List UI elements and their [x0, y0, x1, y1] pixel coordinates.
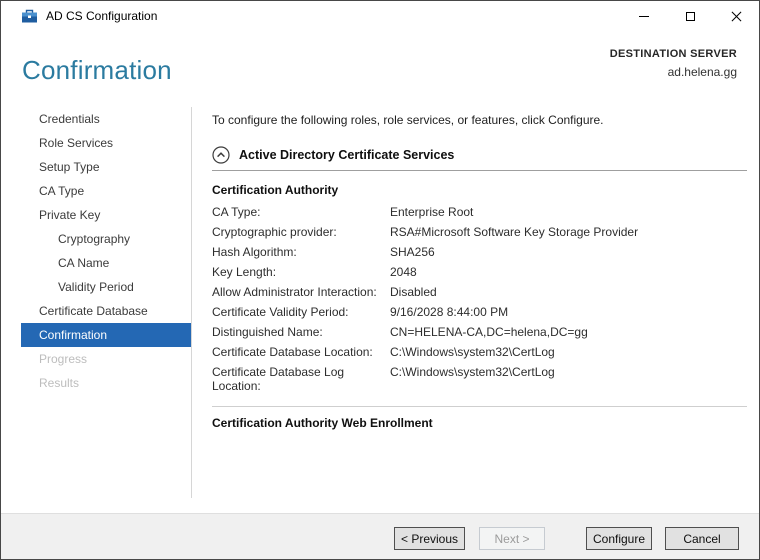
summary-row: Certificate Database Log Location: C:\Wi…	[212, 365, 747, 393]
wizard-steps-sidebar: Credentials Role Services Setup Type CA …	[1, 107, 191, 395]
row-value: C:\Windows\system32\CertLog	[390, 345, 555, 359]
destination-server-name: ad.helena.gg	[667, 65, 737, 79]
row-label: Certificate Validity Period:	[212, 305, 349, 319]
sidebar-item-role-services[interactable]: Role Services	[21, 131, 191, 155]
row-value: Disabled	[390, 285, 437, 299]
sidebar-item-certificate-database[interactable]: Certificate Database	[21, 299, 191, 323]
previous-button[interactable]: < Previous	[394, 527, 465, 550]
maximize-icon	[685, 11, 695, 21]
summary-row: Distinguished Name: CN=HELENA-CA,DC=hele…	[212, 325, 747, 339]
sidebar-divider	[191, 107, 192, 498]
section-title: Active Directory Certificate Services	[239, 147, 455, 162]
row-value: Enterprise Root	[390, 205, 474, 219]
row-value: CN=HELENA-CA,DC=helena,DC=gg	[390, 325, 588, 339]
row-label: Key Length:	[212, 265, 277, 279]
row-label: Allow Administrator Interaction:	[212, 285, 377, 299]
destination-server-block: DESTINATION SERVER ad.helena.gg	[610, 48, 737, 79]
row-label: Distinguished Name:	[212, 325, 323, 339]
row-label: Certificate Database Location:	[212, 345, 373, 359]
window-title: AD CS Configuration	[46, 9, 158, 23]
wizard-footer: < Previous Next > Configure Cancel	[1, 513, 759, 559]
row-label: Certificate Database Log Location:	[212, 365, 345, 393]
app-icon	[22, 9, 37, 23]
summary-row: Key Length: 2048	[212, 265, 747, 279]
sidebar-item-ca-type[interactable]: CA Type	[21, 179, 191, 203]
collapse-section-button[interactable]	[212, 145, 230, 164]
group-divider	[212, 406, 747, 407]
destination-server-label: DESTINATION SERVER	[609, 48, 737, 60]
sidebar-item-credentials[interactable]: Credentials	[21, 107, 191, 131]
row-value: 9/16/2028 8:44:00 PM	[390, 305, 509, 319]
close-icon	[731, 11, 742, 22]
minimize-button[interactable]	[621, 1, 667, 31]
cancel-button[interactable]: Cancel	[665, 527, 739, 550]
page-title: Confirmation	[22, 55, 172, 85]
summary-row: Cryptographic provider: RSA#Microsoft So…	[212, 225, 747, 239]
next-button: Next >	[479, 527, 545, 550]
row-label: Hash Algorithm:	[212, 245, 297, 259]
group-title-web-enrollment: Certification Authority Web Enrollment	[212, 416, 433, 430]
sidebar-item-ca-name[interactable]: CA Name	[21, 251, 191, 275]
sidebar-item-private-key[interactable]: Private Key	[21, 203, 191, 227]
summary-row: Hash Algorithm: SHA256	[212, 245, 747, 259]
row-value: C:\Windows\system32\CertLog	[390, 365, 555, 379]
sidebar-item-results: Results	[39, 376, 80, 390]
row-label: Cryptographic provider:	[212, 225, 337, 239]
configure-button[interactable]: Configure	[586, 527, 652, 550]
confirmation-content: To configure the following roles, role s…	[212, 113, 747, 430]
adcs-section-header: Active Directory Certificate Services	[212, 145, 747, 164]
adcs-configuration-window: AD CS Configuration Confirmation DESTINA…	[0, 0, 760, 560]
sidebar-item-confirmation[interactable]: Confirmation	[21, 323, 191, 347]
intro-text: To configure the following roles, role s…	[212, 113, 604, 127]
row-value: SHA256	[390, 245, 435, 259]
minimize-icon	[639, 15, 649, 17]
row-value: 2048	[390, 265, 417, 279]
sidebar-item-cryptography[interactable]: Cryptography	[21, 227, 191, 251]
summary-row: Certificate Database Location: C:\Window…	[212, 345, 747, 359]
summary-row: CA Type: Enterprise Root	[212, 205, 747, 219]
window-controls	[621, 1, 759, 31]
section-divider	[212, 170, 747, 171]
sidebar-item-validity-period[interactable]: Validity Period	[21, 275, 191, 299]
sidebar-item-progress: Progress	[39, 352, 88, 366]
close-button[interactable]	[713, 1, 759, 31]
row-label: CA Type:	[212, 205, 261, 219]
maximize-button[interactable]	[667, 1, 713, 31]
chevron-up-circle-icon	[212, 145, 230, 164]
title-bar: AD CS Configuration	[1, 1, 759, 31]
sidebar-item-setup-type[interactable]: Setup Type	[21, 155, 191, 179]
group-title-certification-authority: Certification Authority	[212, 183, 339, 197]
summary-row: Certificate Validity Period: 9/16/2028 8…	[212, 305, 747, 319]
summary-row: Allow Administrator Interaction: Disable…	[212, 285, 747, 299]
row-value: RSA#Microsoft Software Key Storage Provi…	[390, 225, 639, 239]
